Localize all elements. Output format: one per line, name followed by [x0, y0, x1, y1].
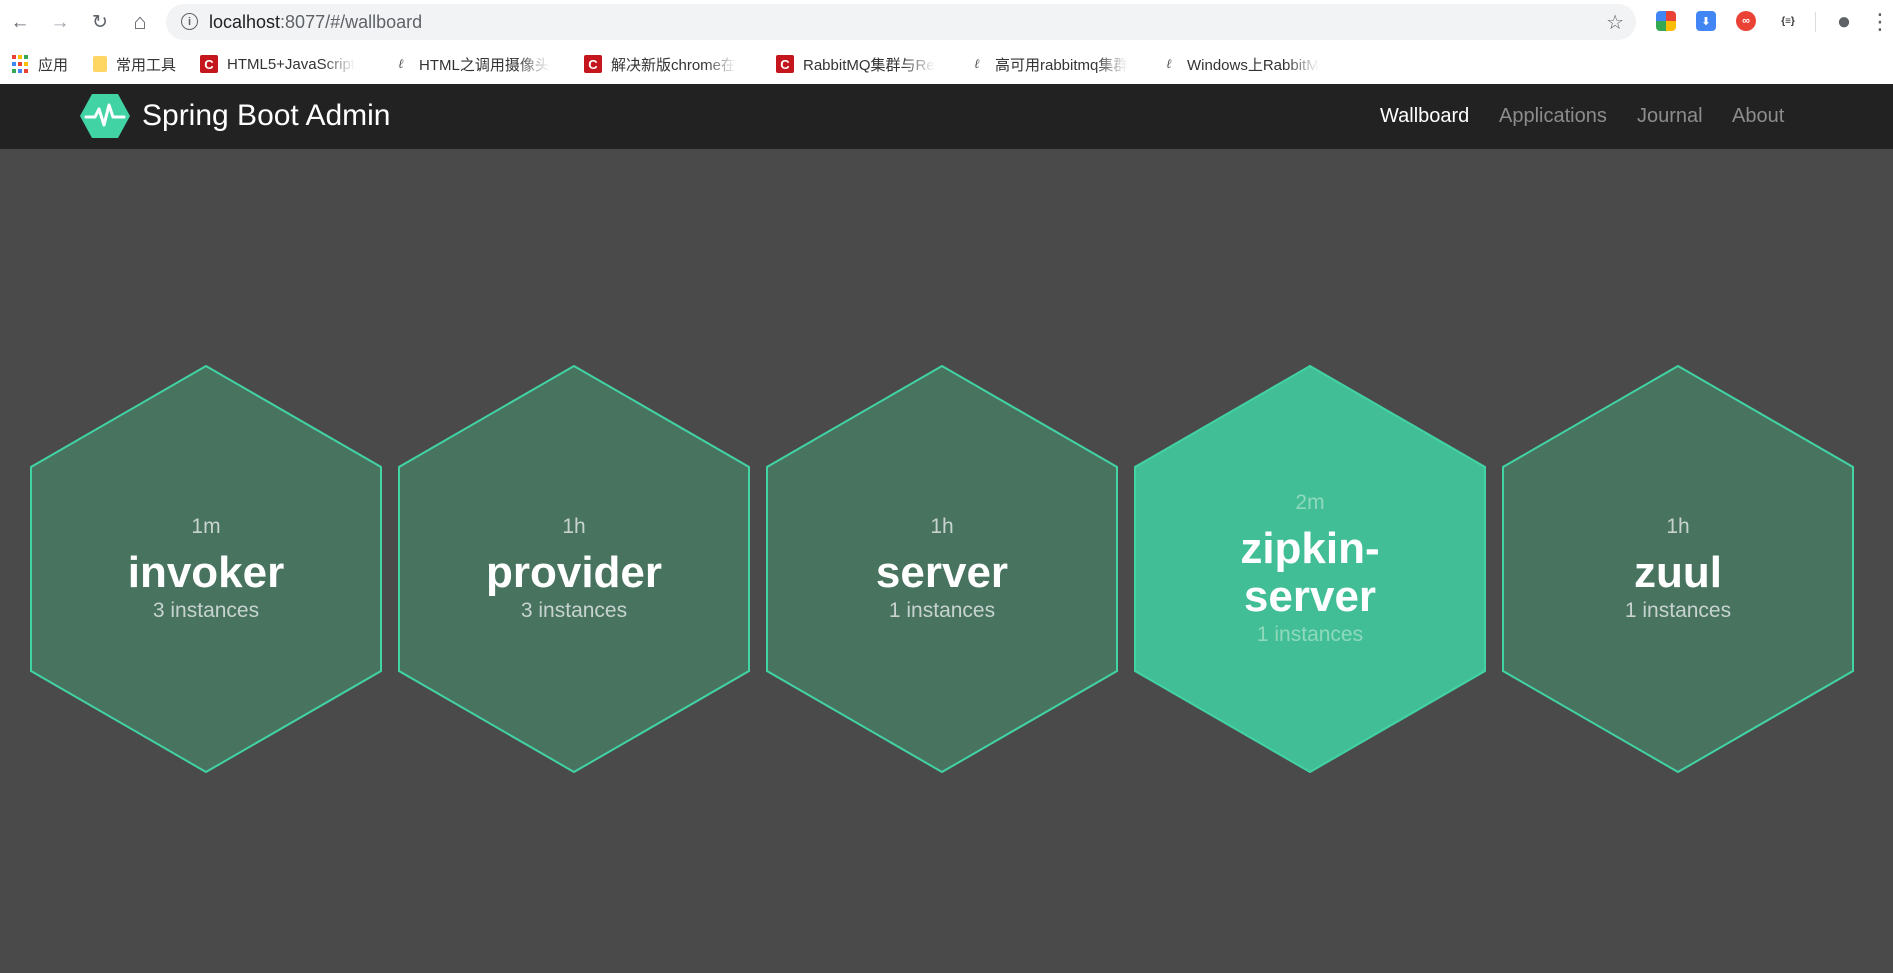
bookmark-label: Windows上RabbitM	[1187, 56, 1319, 74]
bookmark-folder-tools[interactable]: 常用工具	[93, 53, 193, 75]
csdn-icon: C	[200, 55, 218, 73]
bookmark-chrome-fix[interactable]: C 解决新版chrome在	[584, 53, 754, 75]
app-name: provider	[485, 548, 663, 597]
app-uptime: 1h	[562, 515, 586, 538]
back-button[interactable]: ←	[8, 10, 32, 34]
app-name: zuul	[1634, 548, 1722, 597]
app-name: server	[875, 548, 1009, 597]
bookmark-rabbitmq-cluster[interactable]: C RabbitMQ集群与Re	[776, 53, 948, 75]
json-extension-icon[interactable]: {≡}	[1774, 11, 1802, 31]
forward-arrow-icon: →	[50, 11, 70, 33]
bookmark-apps[interactable]: 应用	[11, 53, 73, 75]
app-name-line-1: zipkin-	[1240, 524, 1380, 573]
link-icon: ℓ	[974, 57, 980, 72]
url-host: localhost	[209, 12, 281, 32]
download-extension-icon[interactable]: ⬇	[1696, 11, 1716, 31]
app-uptime: 1h	[930, 515, 954, 538]
url-text[interactable]: localhost:8077/#/wallboard	[209, 12, 422, 33]
bookmark-label: 应用	[38, 56, 69, 74]
app-name: invoker	[127, 548, 285, 597]
bookmark-star-icon[interactable]: ☆	[1606, 10, 1624, 35]
toolbar-divider	[1815, 12, 1816, 32]
home-button[interactable]: ⌂	[128, 10, 152, 34]
site-info-icon[interactable]: i	[181, 13, 198, 30]
bookmark-html-camera[interactable]: ℓ HTML之调用摄像头	[392, 53, 564, 75]
bookmark-label: 常用工具	[116, 56, 177, 74]
reload-icon: ↻	[92, 11, 108, 33]
bookmark-label: HTML5+JavaScript	[227, 55, 355, 73]
app-uptime: 1m	[191, 515, 221, 538]
nav-about[interactable]: About	[1732, 105, 1784, 128]
app-instances: 1 instances	[888, 599, 996, 622]
profile-icon: ●	[1836, 8, 1852, 35]
app-instances: 3 instances	[152, 599, 260, 622]
app-uptime: 2m	[1295, 491, 1325, 514]
app-uptime: 1h	[1666, 515, 1690, 538]
bookmark-label: HTML之调用摄像头	[419, 56, 550, 74]
bookmark-label: 解决新版chrome在	[611, 56, 737, 74]
application-hexagon[interactable]: 1h server 1 instances	[765, 365, 1119, 773]
reload-button[interactable]: ↻	[88, 10, 112, 34]
csdn-icon: C	[776, 55, 794, 73]
bookmark-label: 高可用rabbitmq集群	[995, 56, 1129, 74]
browser-menu-button[interactable]: ⋮	[1869, 9, 1891, 34]
browser-chrome: ← → ↻ ⌂ i localhost:8077/#/wallboard ☆ ⬇…	[0, 0, 1893, 84]
browser-toolbar: ← → ↻ ⌂ i localhost:8077/#/wallboard ☆ ⬇…	[0, 0, 1893, 44]
csdn-icon: C	[584, 55, 602, 73]
link-icon: ℓ	[398, 57, 404, 72]
app-instances: 1 instances	[1256, 623, 1364, 646]
bookmark-html5-javascript[interactable]: C HTML5+JavaScript	[200, 53, 376, 75]
json-glyph: {≡}	[1781, 15, 1795, 27]
url-path: :8077/#/wallboard	[280, 12, 423, 32]
folder-icon	[93, 56, 107, 72]
colorful-extension-icon[interactable]	[1656, 11, 1676, 31]
profile-avatar[interactable]: ●	[1832, 10, 1856, 34]
bookmark-label: RabbitMQ集群与Re	[803, 56, 935, 74]
wallboard: 1m invoker 3 instances 1h provider 3 ins…	[0, 149, 1893, 973]
bookmarks-bar: 应用 常用工具 C HTML5+JavaScript ℓ HTML之调用摄像头 …	[0, 44, 1893, 84]
app-instances: 1 instances	[1624, 599, 1732, 622]
application-hexagon[interactable]: 1h provider 3 instances	[397, 365, 751, 773]
nav-wallboard[interactable]: Wallboard	[1380, 105, 1469, 128]
bookmark-ha-rabbitmq[interactable]: ℓ 高可用rabbitmq集群	[968, 53, 1140, 75]
forward-button[interactable]: →	[48, 10, 72, 34]
apps-icon	[11, 55, 29, 73]
app-header: Spring Boot Admin Wallboard Applications…	[0, 84, 1893, 149]
infinity-glyph: ∞	[1742, 15, 1750, 27]
download-glyph: ⬇	[1701, 15, 1711, 28]
nav-journal[interactable]: Journal	[1637, 105, 1703, 128]
link-icon: ℓ	[1166, 57, 1172, 72]
application-hexagon[interactable]: 1h zuul 1 instances	[1501, 365, 1855, 773]
heartbeat-logo-icon[interactable]	[80, 93, 130, 139]
bookmark-windows-rabbitmq[interactable]: ℓ Windows上RabbitM	[1160, 53, 1336, 75]
address-bar[interactable]: i localhost:8077/#/wallboard ☆	[166, 4, 1636, 40]
home-icon: ⌂	[133, 9, 147, 34]
nav-applications[interactable]: Applications	[1499, 105, 1607, 128]
application-hexagon[interactable]: 2m zipkin- server 1 instances	[1133, 365, 1487, 773]
back-arrow-icon: ←	[10, 11, 30, 33]
app-name-line-2: server	[1243, 572, 1377, 621]
app-instances: 3 instances	[520, 599, 628, 622]
more-vert-icon: ⋮	[1869, 9, 1891, 34]
brand-title[interactable]: Spring Boot Admin	[142, 99, 390, 133]
application-hexagon[interactable]: 1m invoker 3 instances	[29, 365, 383, 773]
infinity-extension-icon[interactable]: ∞	[1736, 11, 1756, 31]
